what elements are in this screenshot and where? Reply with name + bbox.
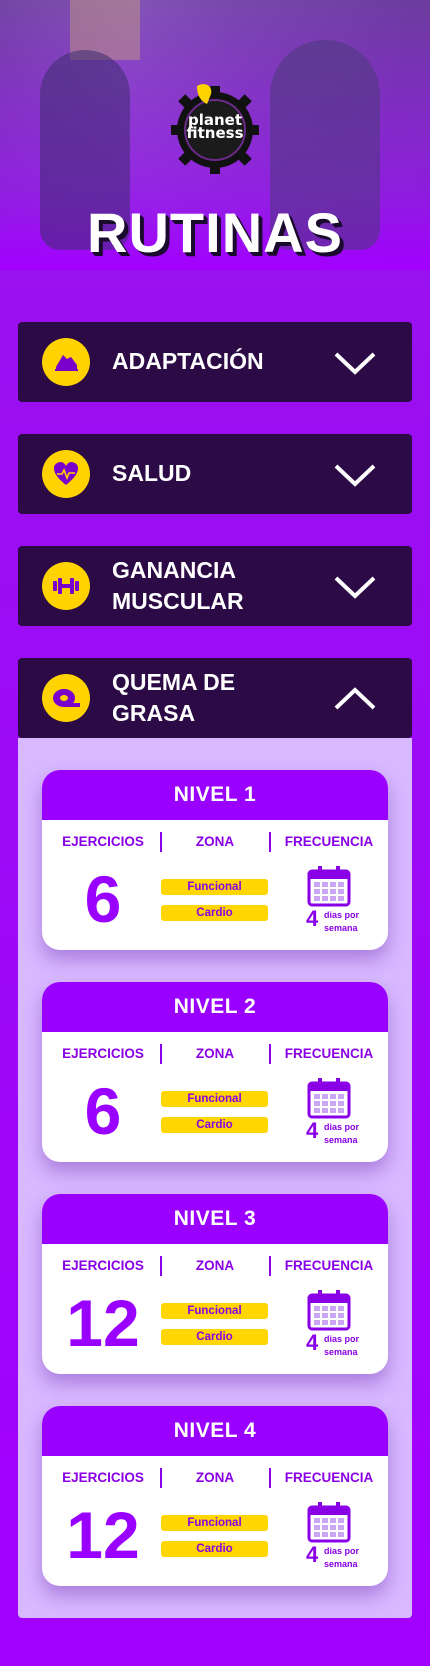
level-card[interactable]: NIVEL 1 EJERCICIOS ZONA FRECUENCIA 6 Fun…: [42, 770, 388, 950]
frequency-days: 4: [306, 1118, 319, 1143]
calendar-icon: [307, 1502, 351, 1543]
frequency-text-line-1: dias por: [324, 1546, 360, 1556]
frequency-text-line-1: dias por: [324, 910, 360, 920]
level-title: NIVEL 4: [42, 1406, 388, 1456]
frequency-text: dias por semana: [324, 1121, 359, 1147]
accordion-salud[interactable]: SALUD: [18, 434, 412, 514]
column-frequency: FRECUENCIA: [284, 1046, 374, 1061]
level-card[interactable]: NIVEL 4 EJERCICIOS ZONA FRECUENCIA 12 Fu…: [42, 1406, 388, 1586]
zone-tag: Funcional: [161, 1515, 268, 1531]
frequency-days: 4: [306, 906, 319, 931]
column-frequency: FRECUENCIA: [284, 1470, 374, 1485]
column-divider: [269, 832, 271, 852]
logo-wordmark: planet fitness: [167, 113, 263, 142]
calendar-icon: [307, 1290, 351, 1331]
page-title: RUTINAS: [87, 201, 343, 264]
frequency-days: 4: [306, 1542, 319, 1567]
calendar-icon: [307, 866, 351, 907]
column-exercises: EJERCICIOS: [62, 1046, 144, 1061]
level-title: NIVEL 3: [42, 1194, 388, 1244]
exercise-count: 6: [84, 862, 122, 936]
level-columns: EJERCICIOS ZONA FRECUENCIA: [42, 1256, 388, 1280]
zone-tag: Cardio: [161, 1541, 268, 1557]
chevron-down-icon[interactable]: [332, 570, 378, 602]
accordion-panel-quema-de-grasa: NIVEL 1 EJERCICIOS ZONA FRECUENCIA 6 Fun…: [18, 738, 412, 1618]
zone-tag: Funcional: [161, 1091, 268, 1107]
zone-tag: Funcional: [161, 1303, 268, 1319]
level-title: NIVEL 1: [42, 770, 388, 820]
level-columns: EJERCICIOS ZONA FRECUENCIA: [42, 1044, 388, 1068]
column-divider: [269, 1044, 271, 1064]
accordion-label-line-1: GANANCIA: [112, 557, 236, 583]
accordion-label: GANANCIA MUSCULAR: [112, 555, 244, 617]
accordion-ganancia-muscular[interactable]: GANANCIA MUSCULAR: [18, 546, 412, 626]
exercise-count: 6: [84, 1074, 122, 1148]
accordion-label-line-1: QUEMA DE: [112, 669, 236, 695]
column-frequency: FRECUENCIA: [284, 1258, 374, 1273]
planet-fitness-logo: planet fitness: [167, 80, 263, 176]
level-columns: EJERCICIOS ZONA FRECUENCIA: [42, 1468, 388, 1492]
accordion-label: SALUD: [112, 460, 192, 486]
column-exercises: EJERCICIOS: [62, 1470, 144, 1485]
column-zone: ZONA: [195, 1470, 235, 1485]
frequency-text: dias por semana: [324, 909, 359, 935]
column-divider: [269, 1468, 271, 1488]
accordion-label-line-2: GRASA: [112, 700, 196, 726]
frequency-text-line-1: dias por: [324, 1334, 360, 1344]
column-frequency: FRECUENCIA: [284, 834, 374, 849]
zone-tag: Funcional: [161, 879, 268, 895]
accordion-label-line-2: MUSCULAR: [112, 588, 244, 614]
exercise-count: 12: [66, 1498, 140, 1572]
column-zone: ZONA: [195, 1046, 235, 1061]
accordion-adaptacion[interactable]: ADAPTACIÓN: [18, 322, 412, 402]
accordion-label: ADAPTACIÓN: [112, 348, 264, 374]
level-title: NIVEL 2: [42, 982, 388, 1032]
heart-pulse-icon: [42, 450, 90, 498]
frequency-text-line-2: semana: [324, 923, 358, 933]
measuring-tape-icon: [42, 674, 90, 722]
frequency-days: 4: [306, 1330, 319, 1355]
frequency-text-line-2: semana: [324, 1135, 358, 1145]
accordion-quema-de-grasa[interactable]: QUEMA DE GRASA: [18, 658, 412, 738]
frequency-text: dias por semana: [324, 1333, 359, 1359]
level-card[interactable]: NIVEL 3 EJERCICIOS ZONA FRECUENCIA 12 Fu…: [42, 1194, 388, 1374]
chevron-down-icon[interactable]: [332, 458, 378, 490]
frequency-text: dias por semana: [324, 1545, 359, 1571]
column-divider: [269, 1256, 271, 1276]
calendar-icon: [307, 1078, 351, 1119]
dumbbell-icon: [42, 562, 90, 610]
exercise-count: 12: [66, 1286, 140, 1360]
column-exercises: EJERCICIOS: [62, 834, 144, 849]
chevron-up-icon[interactable]: [332, 682, 378, 714]
frequency-text-line-1: dias por: [324, 1122, 360, 1132]
zone-tag: Cardio: [161, 1329, 268, 1345]
zone-tag: Cardio: [161, 905, 268, 921]
column-exercises: EJERCICIOS: [62, 1258, 144, 1273]
frequency-text-line-2: semana: [324, 1559, 358, 1569]
level-card[interactable]: NIVEL 2 EJERCICIOS ZONA FRECUENCIA 6 Fun…: [42, 982, 388, 1162]
column-zone: ZONA: [195, 834, 235, 849]
frequency-text-line-2: semana: [324, 1347, 358, 1357]
accordion-label: QUEMA DE GRASA: [112, 667, 235, 729]
zone-tag: Cardio: [161, 1117, 268, 1133]
logo-line-2: fitness: [186, 124, 244, 142]
chevron-down-icon[interactable]: [332, 346, 378, 378]
column-zone: ZONA: [195, 1258, 235, 1273]
level-columns: EJERCICIOS ZONA FRECUENCIA: [42, 832, 388, 856]
running-shoe-icon: [42, 338, 90, 386]
